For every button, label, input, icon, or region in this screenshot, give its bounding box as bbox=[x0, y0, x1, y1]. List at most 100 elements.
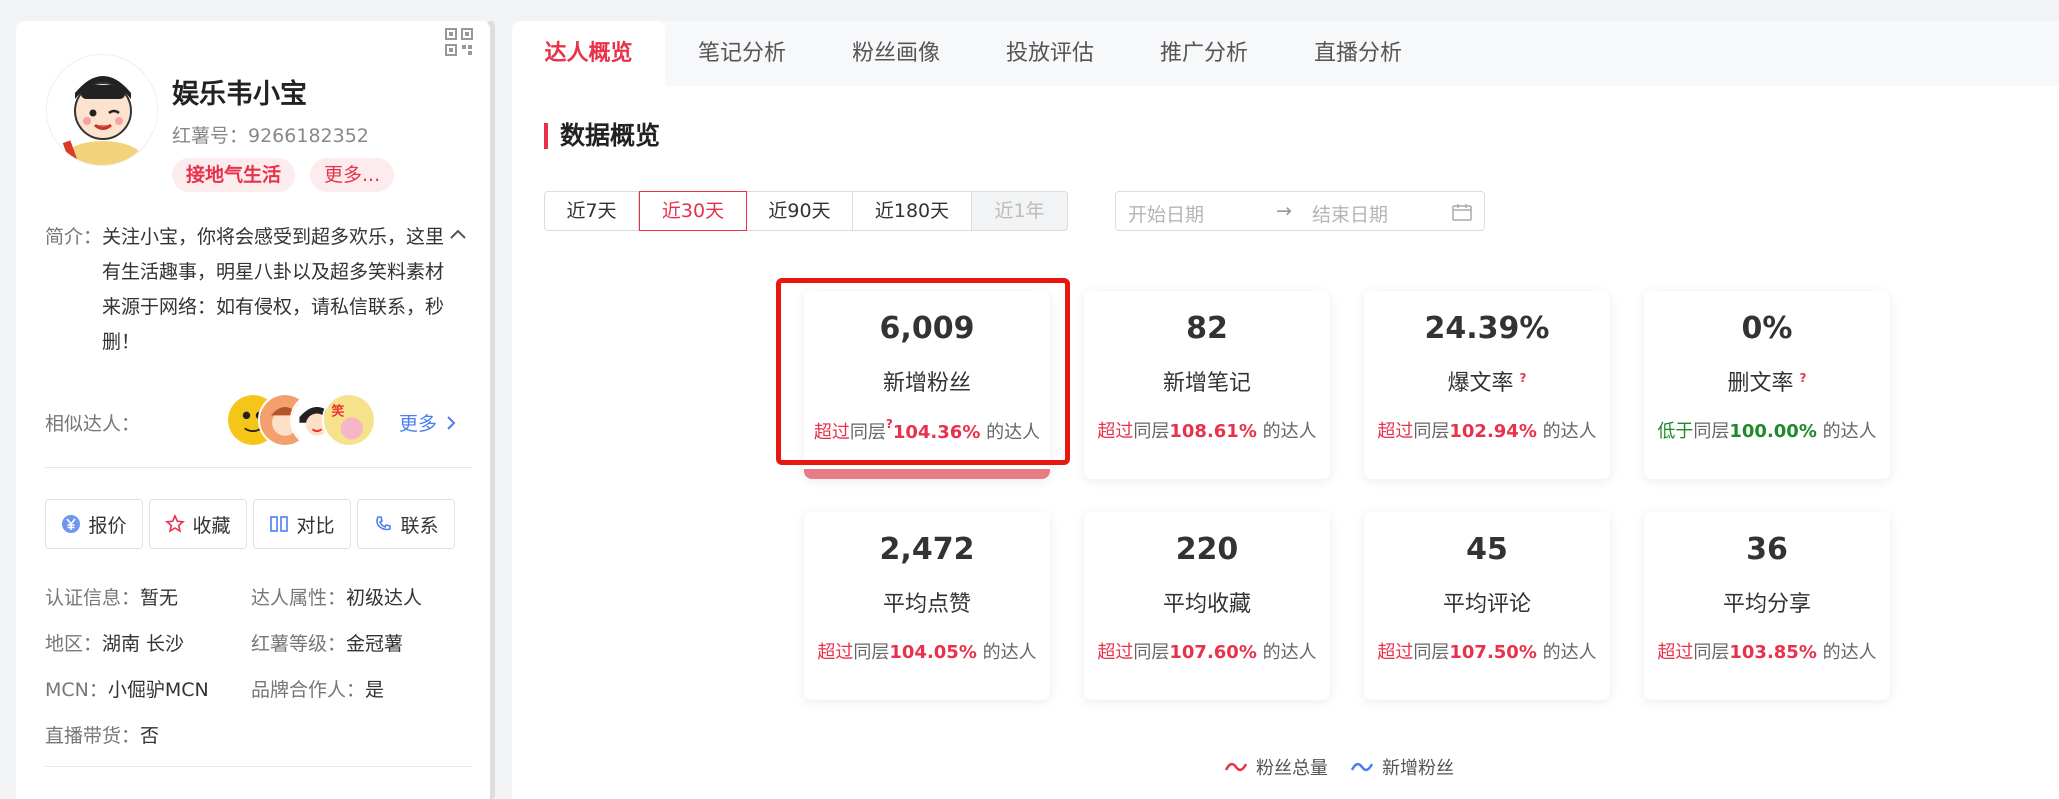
profile-panel: 娱乐韦小宝 红薯号：9266182352 接地气生活 更多... 简介： 关注小… bbox=[16, 21, 490, 799]
stat-comparison: 低于同层100.00% 的达人 bbox=[1644, 417, 1890, 443]
chart-legend: 粉丝总量 新增粉丝 bbox=[1224, 754, 1454, 780]
wave-line-icon bbox=[1224, 762, 1248, 772]
cmp-suffix: 的达人 bbox=[1262, 642, 1317, 663]
cmp-word: 超过 bbox=[813, 422, 850, 443]
info-label: 直播带货： bbox=[45, 725, 141, 747]
info-label: 品牌合作人： bbox=[251, 679, 366, 701]
stat-card-new-notes[interactable]: 82 新增笔记 超过同层108.61% 的达人 bbox=[1084, 291, 1330, 479]
stat-label: 平均评论 bbox=[1442, 592, 1531, 617]
cmp-suffix: 的达人 bbox=[986, 422, 1041, 443]
stat-value: 0% bbox=[1741, 311, 1793, 346]
cmp-word: 超过 bbox=[1377, 642, 1414, 663]
quote-button[interactable]: 报价 bbox=[45, 499, 143, 549]
more-tags-button[interactable]: 更多... bbox=[310, 158, 395, 192]
cmp-mid: 同层 bbox=[853, 642, 890, 663]
stat-value: 45 bbox=[1466, 532, 1508, 567]
cmp-suffix: 的达人 bbox=[1262, 421, 1317, 442]
compare-button[interactable]: 对比 bbox=[253, 499, 351, 549]
intro-label: 简介： bbox=[45, 226, 103, 248]
favorite-button[interactable]: 收藏 bbox=[149, 499, 247, 549]
help-icon[interactable]: ? bbox=[1800, 371, 1807, 385]
tab-notes-analysis[interactable]: 笔记分析 bbox=[665, 21, 819, 86]
tab-placement-evaluation[interactable]: 投放评估 bbox=[973, 21, 1127, 86]
tab-overview[interactable]: 达人概览 bbox=[512, 21, 665, 86]
tab-live-analysis[interactable]: 直播分析 bbox=[1281, 21, 1435, 86]
compare-label: 对比 bbox=[296, 514, 335, 537]
stat-card-delete-rate[interactable]: 0% 删文率? 低于同层100.00% 的达人 bbox=[1644, 291, 1890, 479]
stat-card-avg-comments[interactable]: 45 平均评论 超过同层107.50% 的达人 bbox=[1364, 512, 1610, 700]
stat-card-avg-likes[interactable]: 2,472 平均点赞 超过同层104.05% 的达人 bbox=[804, 512, 1050, 700]
info-label: 达人属性： bbox=[251, 587, 347, 609]
range-180d[interactable]: 近180天 bbox=[853, 191, 972, 231]
legend-item-total-fans[interactable]: 粉丝总量 bbox=[1224, 754, 1328, 780]
chevron-up-icon[interactable] bbox=[449, 228, 467, 240]
similar-more-link[interactable]: 更多 bbox=[399, 409, 457, 436]
cmp-suffix: 的达人 bbox=[1542, 642, 1597, 663]
similar-creators-avatars[interactable]: 笑 bbox=[226, 393, 406, 447]
info-value: 否 bbox=[140, 725, 160, 747]
end-date-input[interactable]: 结束日期 bbox=[1312, 200, 1388, 227]
svg-text:笑: 笑 bbox=[331, 403, 344, 419]
range-7d[interactable]: 近7天 bbox=[544, 191, 639, 231]
stat-value: 82 bbox=[1186, 311, 1228, 346]
stat-label: 爆文率 bbox=[1447, 371, 1514, 396]
cmp-word: 低于 bbox=[1657, 421, 1694, 442]
info-label: 地区： bbox=[45, 633, 103, 655]
info-live-commerce: 直播带货：否 bbox=[45, 721, 159, 748]
yuan-icon bbox=[62, 515, 81, 533]
main-content: 达人概览 笔记分析 粉丝画像 投放评估 推广分析 直播分析 数据概览 近7天 近… bbox=[512, 21, 2059, 799]
cmp-mid: 同层 bbox=[1133, 421, 1170, 442]
stat-comparison: 超过同层104.05% 的达人 bbox=[804, 638, 1050, 664]
stat-value: 36 bbox=[1746, 532, 1788, 567]
cmp-percent: 104.36% bbox=[892, 422, 981, 443]
legend-label: 新增粉丝 bbox=[1382, 758, 1454, 779]
cmp-suffix: 的达人 bbox=[982, 642, 1037, 663]
similar-avatar[interactable]: 笑 bbox=[322, 393, 376, 447]
info-label: MCN： bbox=[45, 679, 108, 701]
info-label: 认证信息： bbox=[45, 587, 141, 609]
contact-button[interactable]: 联系 bbox=[357, 499, 455, 549]
similar-creators-label: 相似达人： bbox=[45, 413, 141, 435]
cmp-percent: 103.85% bbox=[1729, 642, 1817, 663]
redbook-id: 红薯号：9266182352 bbox=[172, 125, 369, 147]
help-icon[interactable]: ? bbox=[886, 417, 893, 431]
cmp-word: 超过 bbox=[1377, 421, 1414, 442]
stat-comparison: 超过同层102.94% 的达人 bbox=[1364, 417, 1610, 443]
category-tag[interactable]: 接地气生活 bbox=[172, 158, 296, 192]
stat-card-new-fans[interactable]: 6,009 新增粉丝 超过同层?104.36% 的达人 bbox=[804, 291, 1050, 479]
info-mcn: MCN：小倔驴MCN bbox=[45, 675, 209, 702]
legend-label: 粉丝总量 bbox=[1256, 758, 1328, 779]
info-value: 金冠薯 bbox=[346, 633, 404, 655]
cmp-mid: 同层 bbox=[1693, 642, 1730, 663]
cmp-suffix: 的达人 bbox=[1822, 642, 1877, 663]
phone-icon bbox=[376, 516, 392, 531]
calendar-icon[interactable] bbox=[1452, 203, 1472, 221]
date-range-picker[interactable]: 开始日期 → 结束日期 bbox=[1115, 191, 1485, 231]
stat-card-viral-rate[interactable]: 24.39% 爆文率? 超过同层102.94% 的达人 bbox=[1364, 291, 1610, 479]
stat-label: 平均点赞 bbox=[882, 592, 971, 617]
stat-label: 平均分享 bbox=[1722, 592, 1811, 617]
range-90d[interactable]: 近90天 bbox=[747, 191, 853, 231]
stat-label: 平均收藏 bbox=[1162, 592, 1251, 617]
cmp-mid: 同层 bbox=[1413, 642, 1450, 663]
stat-label: 新增粉丝 bbox=[882, 371, 971, 396]
cmp-percent: 100.00% bbox=[1729, 421, 1817, 442]
start-date-input[interactable]: 开始日期 bbox=[1128, 200, 1204, 227]
cmp-mid: 同层 bbox=[1133, 642, 1170, 663]
tab-promotion-analysis[interactable]: 推广分析 bbox=[1127, 21, 1281, 86]
tab-fans-profile[interactable]: 粉丝画像 bbox=[819, 21, 973, 86]
legend-item-new-fans[interactable]: 新增粉丝 bbox=[1350, 754, 1454, 780]
cmp-percent: 107.60% bbox=[1169, 642, 1257, 663]
intro-text: 关注小宝，你将会感受到超多欢乐，这里有生活趣事，明星八卦以及超多笑料素材来源于网… bbox=[102, 226, 445, 353]
cmp-percent: 104.05% bbox=[889, 642, 977, 663]
quote-label: 报价 bbox=[88, 514, 127, 537]
qr-code-icon[interactable] bbox=[444, 27, 474, 57]
range-30d[interactable]: 近30天 bbox=[639, 191, 747, 231]
range-1y: 近1年 bbox=[972, 191, 1068, 231]
stat-card-avg-collects[interactable]: 220 平均收藏 超过同层107.60% 的达人 bbox=[1084, 512, 1330, 700]
stat-comparison: 超过同层?104.36% 的达人 bbox=[804, 417, 1050, 444]
stat-card-avg-shares[interactable]: 36 平均分享 超过同层103.85% 的达人 bbox=[1644, 512, 1890, 700]
help-icon[interactable]: ? bbox=[1520, 371, 1527, 385]
cmp-percent: 107.50% bbox=[1449, 642, 1537, 663]
info-value: 是 bbox=[365, 679, 385, 701]
